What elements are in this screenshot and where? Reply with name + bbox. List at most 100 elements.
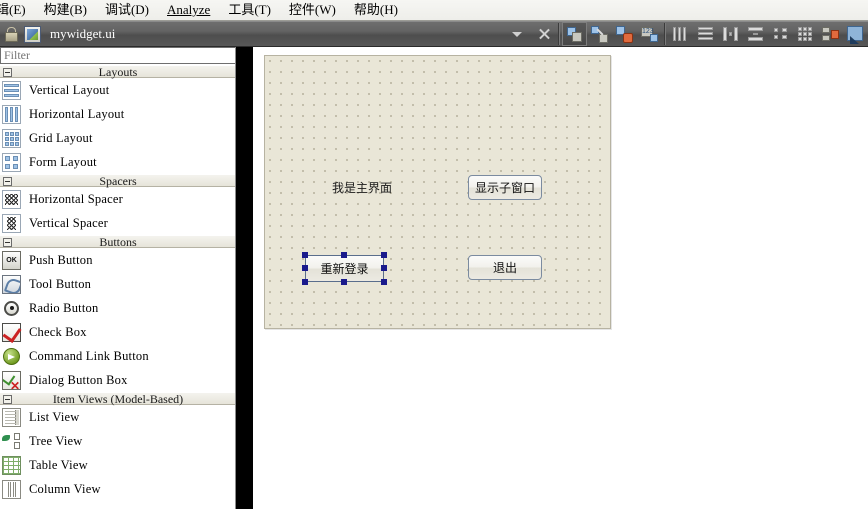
layout-form-button[interactable]	[768, 22, 793, 46]
layout-vertical-icon	[698, 27, 713, 41]
break-layout-button[interactable]	[818, 22, 843, 46]
widget-item-label: Horizontal Layout	[29, 106, 125, 121]
widget-item-tool-button[interactable]: Tool Button	[0, 272, 235, 296]
widget-item-table-view[interactable]: Table View	[0, 453, 235, 477]
tool-button-icon	[2, 274, 21, 294]
layout-splitter-vertical-button[interactable]	[743, 22, 768, 46]
radio-button-icon	[4, 300, 19, 316]
edit-buddies-button[interactable]	[612, 22, 637, 46]
widget-item-label: Column View	[29, 481, 101, 496]
widget-item-command-link-button[interactable]: Command Link Button	[0, 344, 235, 368]
splitter-horizontal-icon	[723, 27, 738, 41]
qt-designer-window: 辑(E) 构建(B) 调试(D) Analyze 工具(T) 控件(W) 帮助(…	[0, 0, 868, 509]
widget-item-label: Tool Button	[29, 276, 92, 291]
collapse-icon[interactable]	[3, 238, 12, 247]
list-view-icon	[2, 407, 21, 427]
collapse-icon[interactable]	[3, 395, 12, 404]
widget-item-label: Check Box	[29, 324, 87, 339]
command-link-button-icon	[3, 347, 20, 365]
splitter-vertical-icon	[748, 27, 763, 41]
menu-debug[interactable]: 调试(D)	[96, 1, 158, 19]
widget-item-vertical-spacer[interactable]: Vertical Spacer	[0, 211, 235, 235]
open-file-name[interactable]: mywidget.ui	[50, 26, 115, 42]
layout-vertically-button[interactable]	[693, 22, 718, 46]
widget-item-label: Grid Layout	[29, 130, 93, 145]
widget-item-grid-layout[interactable]: Grid Layout	[0, 126, 235, 150]
collapse-icon[interactable]	[3, 177, 12, 186]
form-layout-icon	[2, 152, 21, 172]
panel-divider	[236, 47, 253, 509]
edit-tab-order-icon: 123	[641, 26, 658, 43]
menu-build[interactable]: 构建(B)	[35, 1, 96, 19]
toolbar-separator	[558, 23, 560, 45]
group-header-layouts[interactable]: Layouts	[0, 65, 235, 79]
menu-widgets[interactable]: 控件(W)	[280, 1, 345, 19]
filter-input[interactable]	[1, 48, 235, 63]
ui-file-icon	[24, 25, 41, 43]
filter-field-wrap	[0, 47, 235, 64]
widget-list[interactable]: Layouts Vertical Layout Horizontal Layou…	[0, 65, 235, 509]
edit-widgets-icon	[566, 26, 583, 43]
widget-item-radio-button[interactable]: Radio Button	[0, 296, 235, 320]
widget-item-label: Table View	[29, 457, 88, 472]
group-header-spacers[interactable]: Spacers	[0, 174, 235, 188]
chevron-down-icon[interactable]	[512, 31, 522, 37]
widget-item-push-button[interactable]: OK Push Button	[0, 248, 235, 272]
tree-view-icon	[2, 432, 21, 451]
widget-item-check-box[interactable]: Check Box	[0, 320, 235, 344]
vertical-spacer-icon	[2, 213, 21, 233]
widget-item-label: Vertical Layout	[29, 82, 110, 97]
close-icon[interactable]	[534, 23, 554, 45]
lock-icon[interactable]	[2, 24, 20, 44]
edit-signals-slots-button[interactable]	[587, 22, 612, 46]
group-header-item-views[interactable]: Item Views (Model-Based)	[0, 392, 235, 406]
layout-horizontally-button[interactable]	[668, 22, 693, 46]
menu-help[interactable]: 帮助(H)	[345, 1, 407, 19]
horizontal-spacer-icon	[2, 189, 21, 209]
menu-tools[interactable]: 工具(T)	[219, 1, 280, 19]
adjust-size-button[interactable]	[843, 22, 868, 46]
layout-splitter-horizontal-button[interactable]	[718, 22, 743, 46]
layout-grid-button[interactable]	[793, 22, 818, 46]
widget-item-label: Vertical Spacer	[29, 215, 109, 230]
widget-item-label: Radio Button	[29, 300, 99, 315]
collapse-icon[interactable]	[3, 68, 12, 77]
group-title: Layouts	[98, 65, 138, 79]
selection-handles[interactable]	[302, 252, 387, 285]
widget-item-tree-view[interactable]: Tree View	[0, 429, 235, 453]
widget-item-label: Tree View	[29, 433, 83, 448]
check-box-icon	[2, 322, 21, 342]
radio-button-icon-wrap	[2, 299, 21, 318]
menu-analyze[interactable]: Analyze	[158, 1, 219, 19]
edit-widgets-button[interactable]	[562, 22, 587, 46]
break-layout-icon	[822, 26, 839, 43]
widget-item-label: Dialog Button Box	[29, 372, 128, 387]
widget-item-dialog-button-box[interactable]: Dialog Button Box	[0, 368, 235, 392]
widget-item-label: Horizontal Spacer	[29, 191, 123, 206]
menu-edit[interactable]: 辑(E)	[0, 1, 35, 19]
widget-item-label: Command Link Button	[29, 348, 149, 363]
layout-horizontal-icon	[673, 27, 688, 41]
form-label-main[interactable]: 我是主界面	[332, 181, 392, 195]
form-canvas[interactable]: 我是主界面 显示子窗口 重新登录 退出	[264, 55, 611, 329]
widget-item-list-view[interactable]: List View	[0, 405, 235, 429]
widget-item-form-layout[interactable]: Form Layout	[0, 150, 235, 174]
dialog-button-box-icon	[2, 370, 21, 390]
group-header-buttons[interactable]: Buttons	[0, 235, 235, 249]
designer-toolbar: mywidget.ui 123	[0, 21, 868, 47]
widget-item-label: Form Layout	[29, 154, 97, 169]
grid-layout-icon	[798, 27, 813, 41]
widget-item-column-view[interactable]: Column View	[0, 477, 235, 501]
adjust-size-icon	[847, 25, 864, 44]
form-editor-area[interactable]: 我是主界面 显示子窗口 重新登录 退出	[253, 47, 868, 509]
push-button-icon: OK	[2, 250, 21, 270]
grid-layout-icon	[2, 128, 21, 148]
widget-item-horizontal-spacer[interactable]: Horizontal Spacer	[0, 187, 235, 211]
widget-item-label: List View	[29, 409, 80, 424]
group-title: Spacers	[99, 174, 137, 188]
widget-item-vertical-layout[interactable]: Vertical Layout	[0, 78, 235, 102]
show-child-window-button[interactable]: 显示子窗口	[468, 175, 542, 200]
edit-tab-order-button[interactable]: 123	[637, 22, 662, 46]
exit-button[interactable]: 退出	[468, 255, 542, 280]
widget-item-horizontal-layout[interactable]: Horizontal Layout	[0, 102, 235, 126]
